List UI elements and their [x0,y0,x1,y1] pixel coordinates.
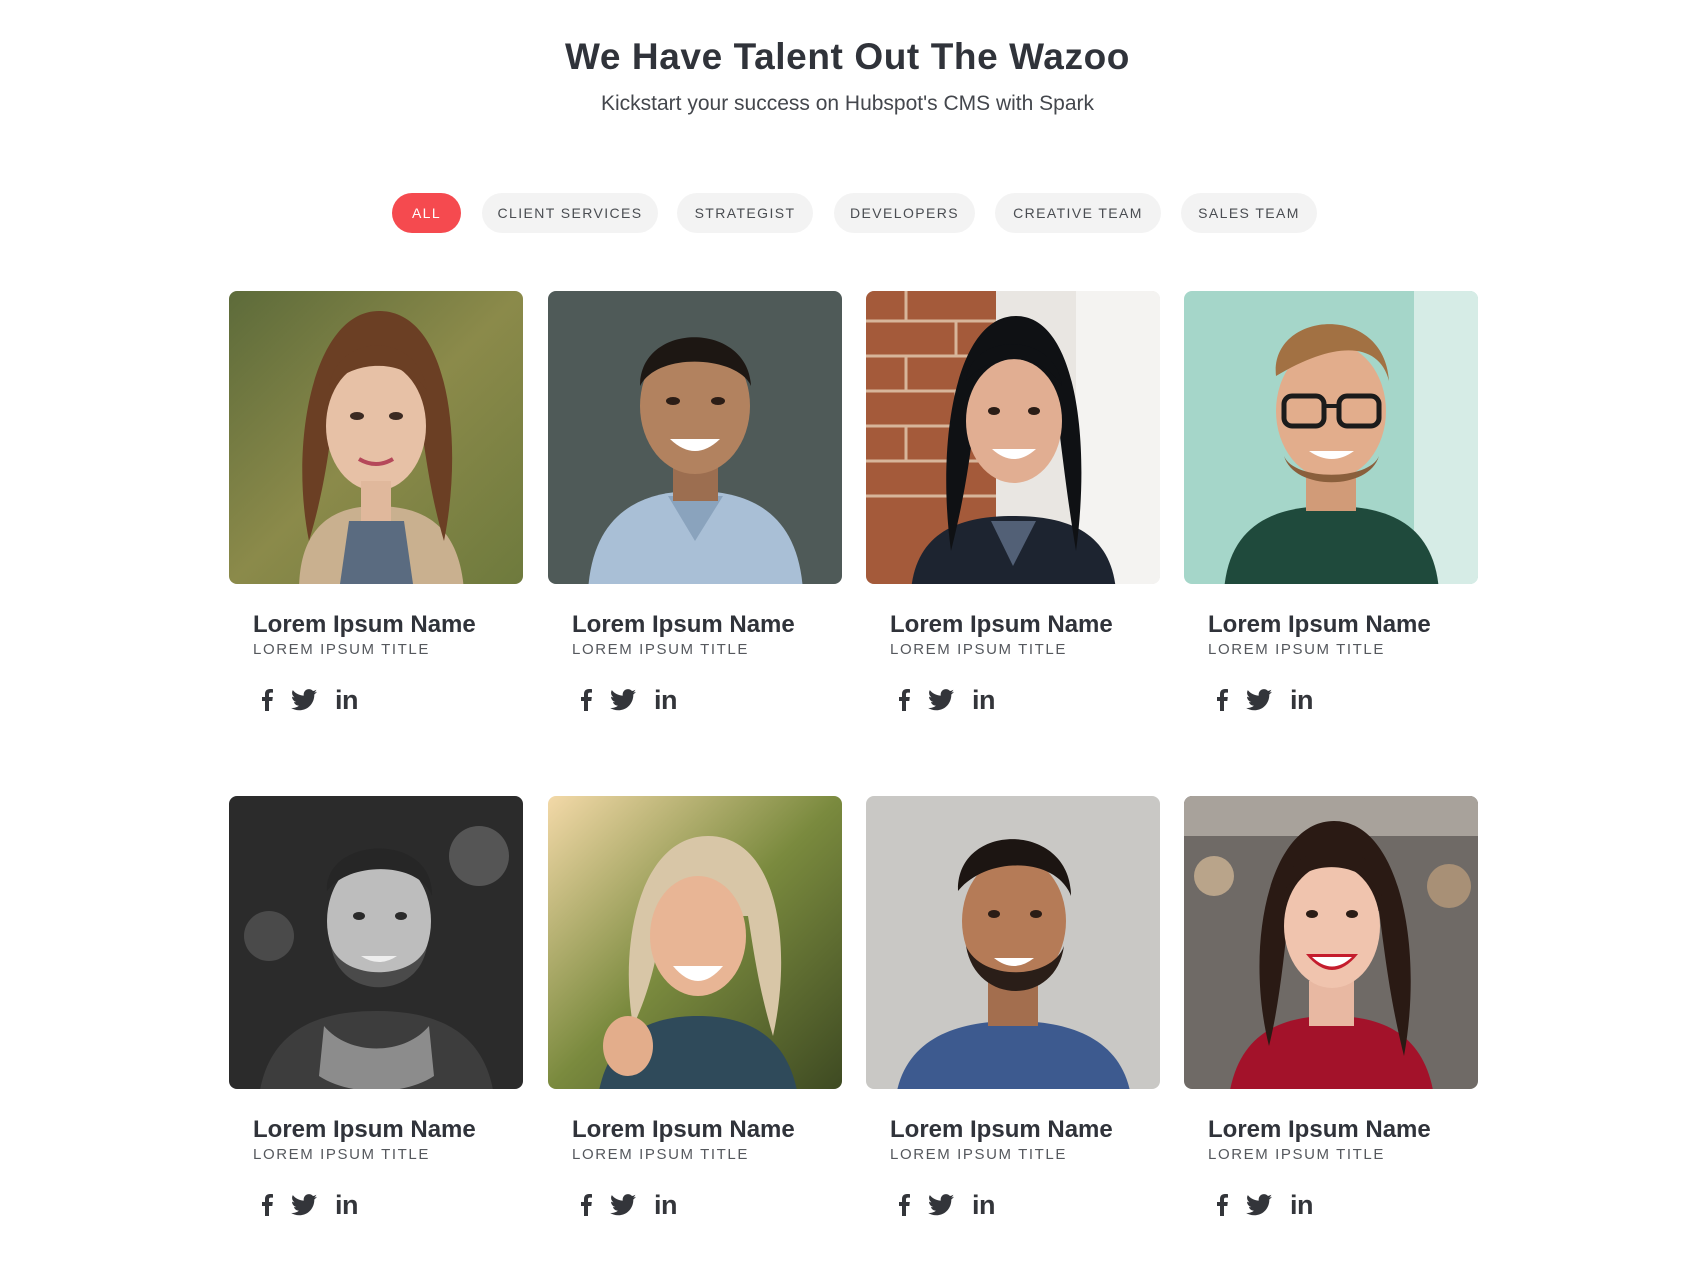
facebook-icon[interactable] [1216,1190,1228,1220]
member-name: Lorem Ipsum Name [572,1116,795,1143]
member-photo [229,291,523,584]
member-title: LOREM IPSUM TITLE [572,1146,749,1163]
twitter-icon[interactable] [610,685,636,715]
linkedin-icon[interactable]: in [1290,1190,1314,1220]
filter-developers[interactable]: DEVELOPERS [834,193,975,233]
page-subtitle: Kickstart your success on Hubspot's CMS … [600,92,1095,115]
member-name: Lorem Ipsum Name [890,1116,1113,1143]
member-name: Lorem Ipsum Name [1208,1116,1431,1143]
member-photo [548,291,842,584]
facebook-icon[interactable] [261,1190,273,1220]
member-name: Lorem Ipsum Name [1208,611,1431,638]
member-photo [1184,796,1478,1089]
twitter-icon[interactable] [291,1190,317,1220]
member-photo [229,796,523,1089]
linkedin-icon[interactable]: in [1290,685,1314,715]
member-photo [1184,291,1478,584]
social-links: in [580,685,695,715]
social-links: in [1216,1190,1331,1220]
social-links: in [898,1190,1013,1220]
social-links: in [261,685,376,715]
filter-client-services[interactable]: CLIENT SERVICES [482,193,658,233]
facebook-icon[interactable] [580,1190,592,1220]
member-name: Lorem Ipsum Name [890,611,1113,638]
social-links: in [1216,685,1331,715]
facebook-icon[interactable] [261,685,273,715]
member-photo [866,291,1160,584]
linkedin-icon[interactable]: in [654,685,678,715]
twitter-icon[interactable] [928,685,954,715]
member-title: LOREM IPSUM TITLE [1208,1146,1385,1163]
filter-all[interactable]: ALL [392,193,461,233]
team-filter-bar: ALL CLIENT SERVICES STRATEGIST DEVELOPER… [0,193,1695,233]
linkedin-icon[interactable]: in [335,685,359,715]
member-photo [866,796,1160,1089]
filter-sales-team[interactable]: SALES TEAM [1181,193,1317,233]
member-photo [548,796,842,1089]
member-title: LOREM IPSUM TITLE [572,641,749,658]
facebook-icon[interactable] [898,1190,910,1220]
twitter-icon[interactable] [1246,1190,1272,1220]
linkedin-icon[interactable]: in [654,1190,678,1220]
member-title: LOREM IPSUM TITLE [890,641,1067,658]
member-name: Lorem Ipsum Name [572,611,795,638]
member-name: Lorem Ipsum Name [253,611,476,638]
social-links: in [580,1190,695,1220]
linkedin-icon[interactable]: in [972,1190,996,1220]
facebook-icon[interactable] [898,685,910,715]
social-links: in [261,1190,376,1220]
facebook-icon[interactable] [1216,685,1228,715]
member-title: LOREM IPSUM TITLE [253,1146,430,1163]
linkedin-icon[interactable]: in [972,685,996,715]
facebook-icon[interactable] [580,685,592,715]
twitter-icon[interactable] [610,1190,636,1220]
member-title: LOREM IPSUM TITLE [890,1146,1067,1163]
linkedin-icon[interactable]: in [335,1190,359,1220]
page-title: We Have Talent Out The Wazoo [564,36,1130,77]
twitter-icon[interactable] [291,685,317,715]
member-name: Lorem Ipsum Name [253,1116,476,1143]
member-title: LOREM IPSUM TITLE [1208,641,1385,658]
filter-strategist[interactable]: STRATEGIST [677,193,813,233]
filter-creative-team[interactable]: CREATIVE TEAM [995,193,1161,233]
twitter-icon[interactable] [928,1190,954,1220]
social-links: in [898,685,1013,715]
member-title: LOREM IPSUM TITLE [253,641,430,658]
twitter-icon[interactable] [1246,685,1272,715]
